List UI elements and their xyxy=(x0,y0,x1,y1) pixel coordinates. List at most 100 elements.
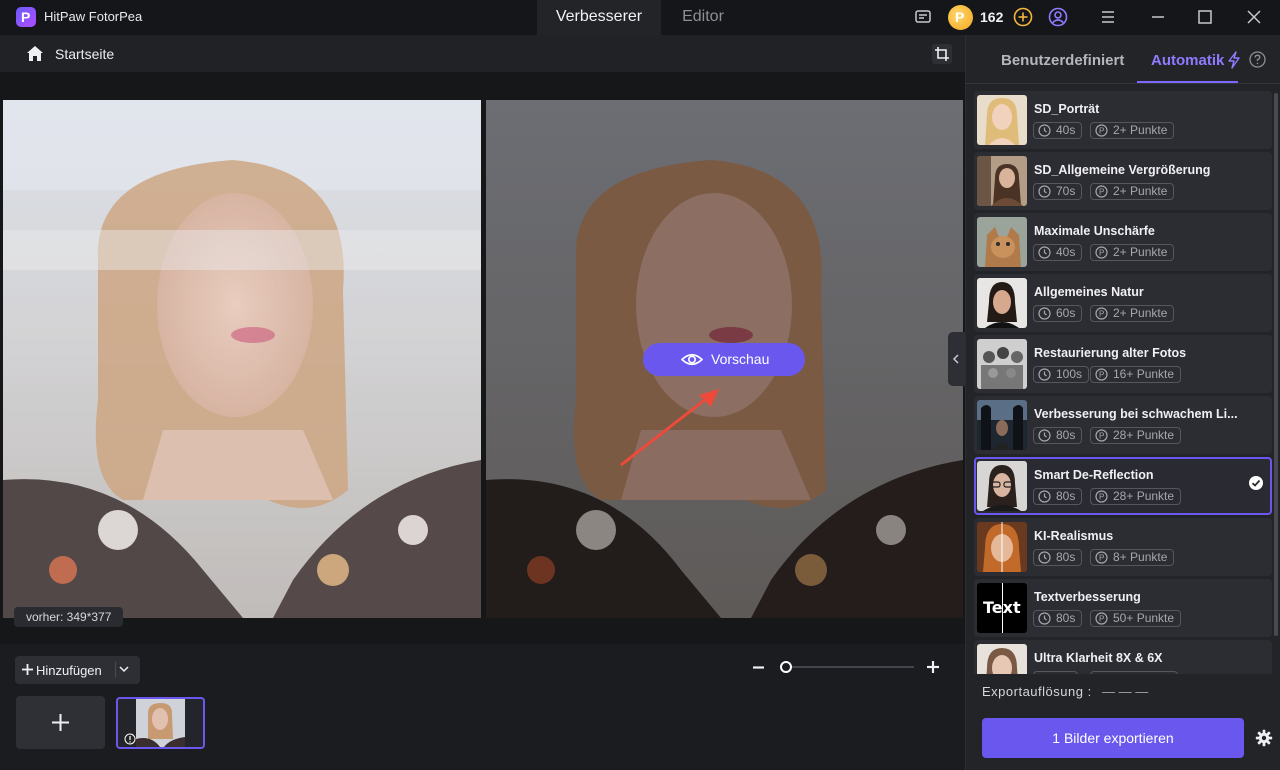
add-label: Hinzufügen xyxy=(36,663,102,678)
model-item-sd-portraet[interactable]: SD_Porträt 40s P 2+ Punkte xyxy=(974,91,1272,149)
model-time: 40s xyxy=(1033,244,1083,261)
maximize-icon[interactable] xyxy=(1196,8,1214,26)
model-time: 60s xyxy=(1033,305,1083,322)
model-name: Allgemeines Natur xyxy=(1034,285,1144,299)
chevron-down-icon[interactable] xyxy=(119,666,129,673)
model-time: 70s xyxy=(1033,183,1083,200)
add-coins-icon[interactable] xyxy=(1013,7,1033,27)
model-time: 80s xyxy=(1033,427,1083,444)
close-icon[interactable] xyxy=(1245,8,1263,26)
model-time: 40s xyxy=(1033,122,1083,139)
help-icon[interactable] xyxy=(1249,51,1266,68)
model-time xyxy=(1033,671,1078,674)
coin-icon[interactable] xyxy=(948,5,973,30)
svg-text:P: P xyxy=(1099,249,1104,258)
zoom-in-icon[interactable] xyxy=(926,660,940,674)
model-item-allgemeines-natur[interactable]: Allgemeines Natur 60s P 2+ Punkte xyxy=(974,274,1272,332)
annotation-arrow-icon xyxy=(620,389,719,467)
tab-verbesserer[interactable]: Verbesserer xyxy=(537,0,661,35)
panel-divider xyxy=(965,83,1280,84)
export-button[interactable]: 1 Bilder exportieren xyxy=(982,718,1244,758)
model-points xyxy=(1090,671,1178,674)
collapse-panel-button[interactable] xyxy=(948,332,965,386)
svg-text:P: P xyxy=(1099,493,1104,502)
model-name: Textverbesserung xyxy=(1034,590,1141,604)
coin-count: 162 xyxy=(980,9,1004,25)
gear-icon[interactable] xyxy=(1255,729,1273,747)
lightning-icon xyxy=(1228,51,1240,69)
model-points: P 50+ Punkte xyxy=(1090,610,1182,627)
tab-benutzerdefiniert[interactable]: Benutzerdefiniert xyxy=(1001,52,1124,69)
model-item-restaurierung-alter-fotos[interactable]: Restaurierung alter Fotos 100s P 16+ Punk… xyxy=(974,335,1272,393)
model-points: P 16+ Punkte xyxy=(1090,366,1182,383)
model-list-scrollbar[interactable] xyxy=(1274,93,1278,636)
preview-label: Vorschau xyxy=(711,351,770,367)
plus-icon xyxy=(52,714,69,731)
menu-icon[interactable] xyxy=(1099,8,1117,26)
export-resolution-value: — — — xyxy=(1102,684,1149,699)
model-item-ultra-klarheit[interactable]: Ultra Klarheit 8X & 6X xyxy=(974,640,1272,674)
svg-text:P: P xyxy=(1099,432,1104,441)
model-list: SD_Porträt 40s P 2+ Punkte SD_Allgemeine … xyxy=(974,91,1272,674)
model-thumbnail xyxy=(977,278,1027,328)
model-time: 80s xyxy=(1033,610,1083,627)
model-item-ki-realismus[interactable]: KI-Realismus 80s P 8+ Punkte xyxy=(974,518,1272,576)
model-points: P 28+ Punkte xyxy=(1090,427,1182,444)
svg-text:P: P xyxy=(1099,127,1104,136)
crop-icon[interactable] xyxy=(932,44,952,64)
model-thumbnail: Text xyxy=(977,583,1027,633)
model-item-verbesserung-schwachem-licht[interactable]: Verbesserung bei schwachem Li... 80s P 28… xyxy=(974,396,1272,454)
zoom-slider-handle[interactable] xyxy=(780,661,792,673)
model-name: Verbesserung bei schwachem Li... xyxy=(1034,407,1238,421)
model-name: KI-Realismus xyxy=(1034,529,1114,543)
model-thumbnail xyxy=(977,522,1027,572)
canvas-toolbar xyxy=(0,35,965,72)
plus-icon xyxy=(22,664,33,675)
model-name: Maximale Unschärfe xyxy=(1034,224,1155,238)
home-icon[interactable] xyxy=(26,45,44,62)
app-logo xyxy=(16,7,36,27)
add-divider xyxy=(115,662,116,678)
add-image-button[interactable] xyxy=(16,696,105,749)
model-points: P 2+ Punkte xyxy=(1090,244,1175,261)
model-time: 100s xyxy=(1033,366,1090,383)
tab-editor[interactable]: Editor xyxy=(661,0,745,35)
svg-text:P: P xyxy=(1099,554,1104,563)
message-icon[interactable] xyxy=(914,8,932,26)
eye-icon xyxy=(681,353,703,366)
minimize-icon[interactable] xyxy=(1149,8,1167,26)
image-thumbnail[interactable] xyxy=(116,697,205,749)
model-item-sd-allgemeine-vergroesserung[interactable]: SD_Allgemeine Vergrößerung 70s P 2+ Punkt… xyxy=(974,152,1272,210)
model-name: Ultra Klarheit 8X & 6X xyxy=(1034,651,1163,665)
model-name: SD_Allgemeine Vergrößerung xyxy=(1034,163,1211,177)
preview-button[interactable]: Vorschau xyxy=(643,343,805,376)
checkmark-icon xyxy=(1249,476,1263,490)
model-points: P 2+ Punkte xyxy=(1090,305,1175,322)
chevron-left-icon xyxy=(952,354,959,364)
before-image xyxy=(3,100,481,618)
model-item-smart-de-reflection[interactable]: Smart De-Reflection 80s P 28+ Punkte xyxy=(974,457,1272,515)
model-points: P 2+ Punkte xyxy=(1090,183,1175,200)
zoom-slider-track[interactable] xyxy=(787,666,914,668)
model-item-textverbesserung[interactable]: Text Textverbesserung 80s P50+ Punkte xyxy=(974,579,1272,637)
zoom-out-icon[interactable] xyxy=(752,661,765,674)
svg-text:P: P xyxy=(1099,310,1104,319)
home-link[interactable]: Startseite xyxy=(55,46,114,62)
app-title: HitPaw FotorPea xyxy=(44,9,143,24)
size-tag: vorher: 349*377 xyxy=(14,607,124,627)
model-thumbnail xyxy=(977,217,1027,267)
account-icon[interactable] xyxy=(1048,7,1068,27)
svg-text:P: P xyxy=(1099,615,1104,624)
model-thumbnail xyxy=(977,400,1027,450)
model-thumbnail xyxy=(977,461,1027,511)
model-item-maximale-unschaerfe[interactable]: Maximale Unschärfe 40s P 2+ Punkte xyxy=(974,213,1272,271)
model-thumbnail xyxy=(977,95,1027,145)
model-name: Smart De-Reflection xyxy=(1034,468,1154,482)
model-thumbnail xyxy=(977,339,1027,389)
model-thumbnail xyxy=(977,644,1027,674)
model-points: P 8+ Punkte xyxy=(1090,549,1175,566)
model-name: SD_Porträt xyxy=(1034,102,1100,116)
add-button[interactable]: Hinzufügen xyxy=(15,656,140,684)
model-thumbnail xyxy=(977,156,1027,206)
tab-automatik[interactable]: Automatik xyxy=(1151,52,1224,69)
